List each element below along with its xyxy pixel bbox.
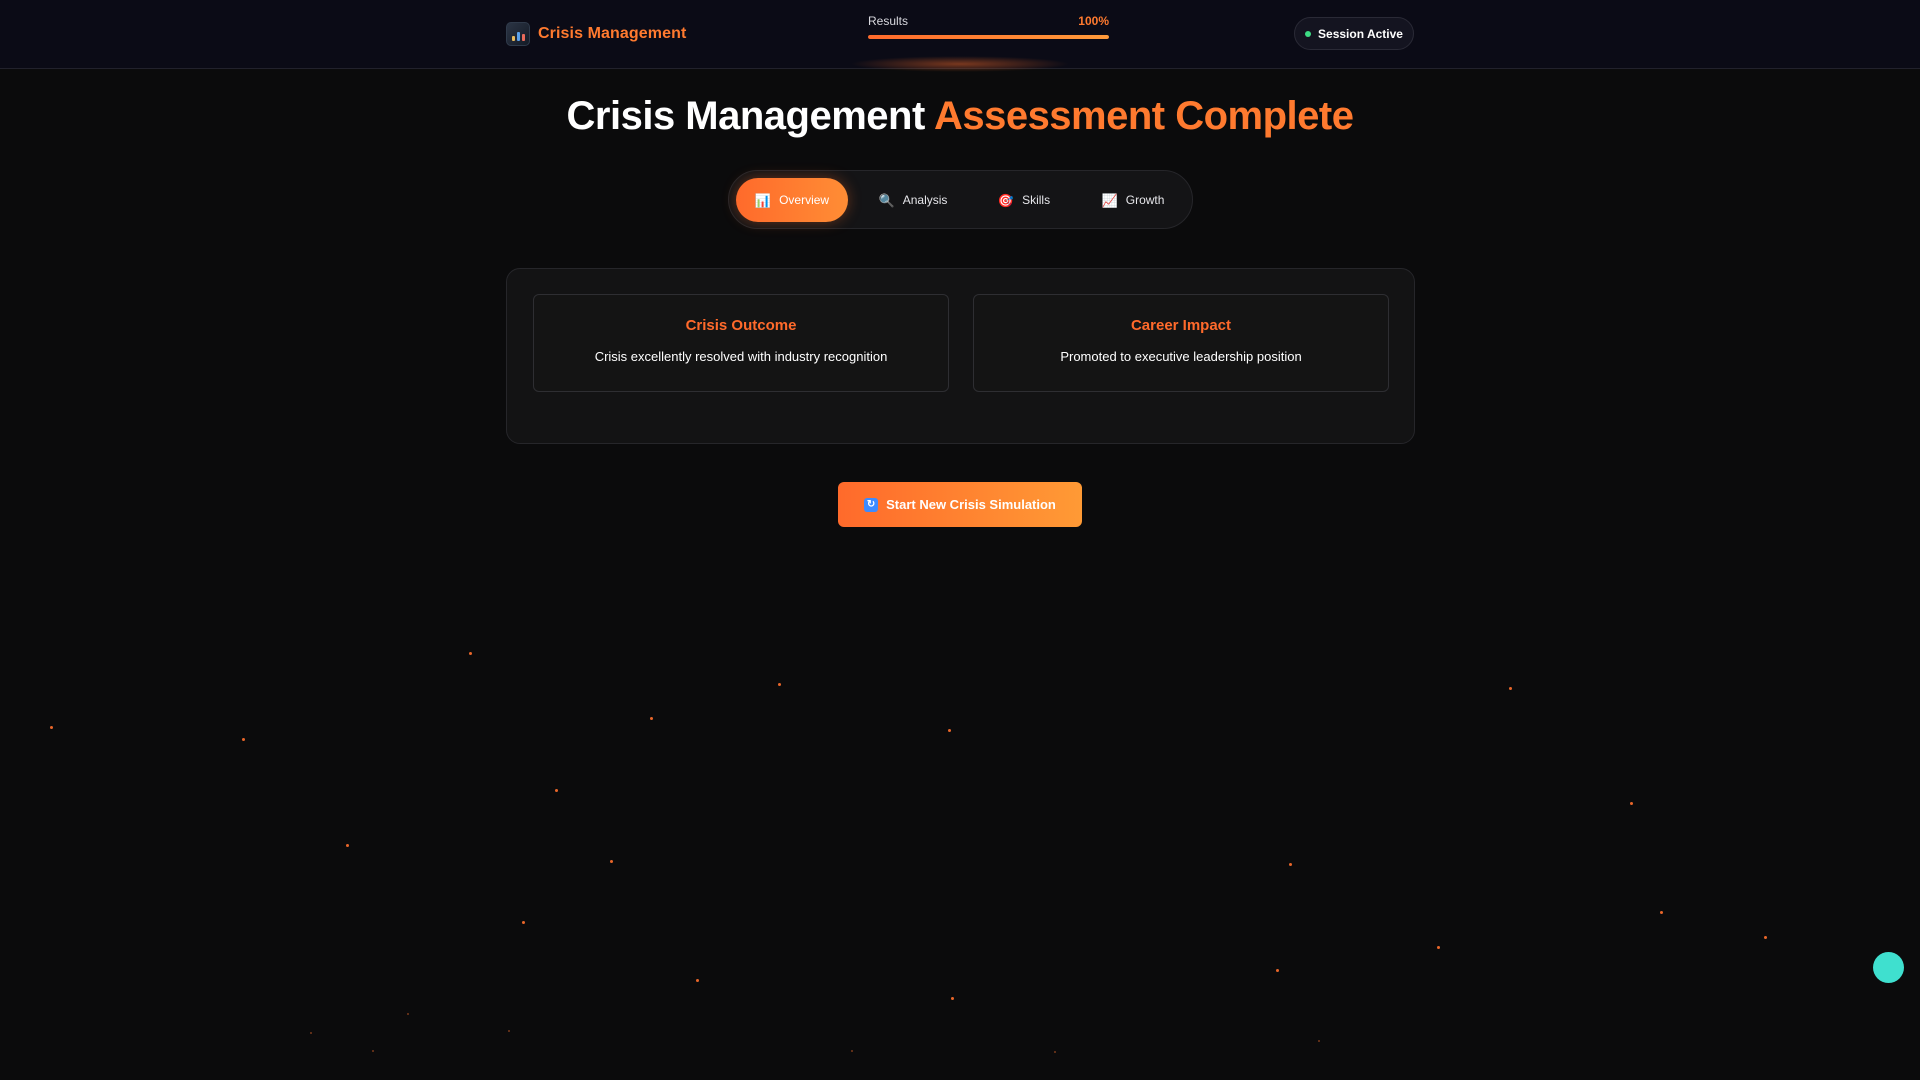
tab-label: Skills (1022, 193, 1051, 207)
particle (1318, 1040, 1320, 1042)
particle (948, 729, 951, 732)
page-title-main: Crisis Management (566, 94, 926, 138)
target-icon: 🎯 (997, 192, 1015, 208)
particle (346, 844, 349, 847)
results-tabs: 📊 Overview 🔍 Analysis 🎯 Skills 📈 Growth (728, 170, 1193, 229)
bar-chart-icon: 📊 (754, 192, 772, 208)
results-progress: Results 100% (868, 14, 1109, 39)
card-title: Crisis Outcome (685, 317, 797, 334)
particle (851, 1050, 853, 1052)
particle (650, 717, 653, 720)
overview-panel: Crisis Outcome Crisis excellently resolv… (506, 268, 1415, 444)
glow-decoration (850, 56, 1070, 72)
particle (1660, 911, 1663, 914)
particle (1289, 863, 1292, 866)
particle (696, 979, 699, 982)
progress-fill (868, 35, 1109, 39)
session-status-label: Session Active (1318, 26, 1403, 41)
progress-value: 100% (1078, 14, 1109, 28)
brand-title: Crisis Management (538, 25, 687, 42)
card-text: Promoted to executive leadership positio… (1060, 349, 1302, 364)
trend-up-icon: 📈 (1101, 192, 1118, 208)
page-title-accent: Assessment Complete (933, 94, 1354, 138)
tab-label: Overview (779, 193, 830, 207)
tab-analysis[interactable]: 🔍 Analysis (857, 178, 969, 222)
magnifier-icon: 🔍 (878, 192, 895, 208)
particle (610, 860, 613, 863)
particle (1054, 1051, 1056, 1053)
career-impact-card: Career Impact Promoted to executive lead… (973, 294, 1389, 392)
particle (522, 921, 525, 924)
particle (1764, 936, 1767, 939)
page-title: Crisis Management Assessment Complete (0, 94, 1920, 139)
session-status-badge: Session Active (1294, 17, 1414, 50)
bar-chart-icon (506, 22, 530, 46)
progress-track (868, 35, 1109, 39)
tab-label: Growth (1125, 193, 1165, 207)
start-new-simulation-button[interactable]: ↻ Start New Crisis Simulation (838, 482, 1082, 527)
tab-overview[interactable]: 📊 Overview (736, 178, 848, 222)
particle (1630, 802, 1633, 805)
card-title: Career Impact (1130, 317, 1232, 334)
crisis-outcome-card: Crisis Outcome Crisis excellently resolv… (533, 294, 949, 392)
particle (310, 1032, 312, 1034)
particle (951, 997, 954, 1000)
particle (555, 789, 558, 792)
floating-action-button[interactable] (1873, 952, 1904, 983)
particle (508, 1030, 510, 1032)
cta-label: Start New Crisis Simulation (886, 497, 1056, 512)
particle (407, 1013, 409, 1015)
tab-growth[interactable]: 📈 Growth (1079, 178, 1187, 222)
particle (778, 683, 781, 686)
tab-skills[interactable]: 🎯 Skills (974, 178, 1074, 222)
particle (1276, 969, 1279, 972)
particle (469, 652, 472, 655)
particle (1509, 687, 1512, 690)
progress-label: Results (868, 14, 909, 28)
tab-label: Analysis (902, 193, 948, 207)
card-text: Crisis excellently resolved with industr… (594, 349, 888, 364)
particle (1437, 946, 1440, 949)
status-dot-icon (1305, 30, 1312, 37)
particle (372, 1050, 374, 1052)
refresh-icon: ↻ (864, 497, 879, 512)
particle (242, 738, 245, 741)
particle (50, 726, 53, 729)
brand[interactable]: Crisis Management (506, 20, 686, 48)
